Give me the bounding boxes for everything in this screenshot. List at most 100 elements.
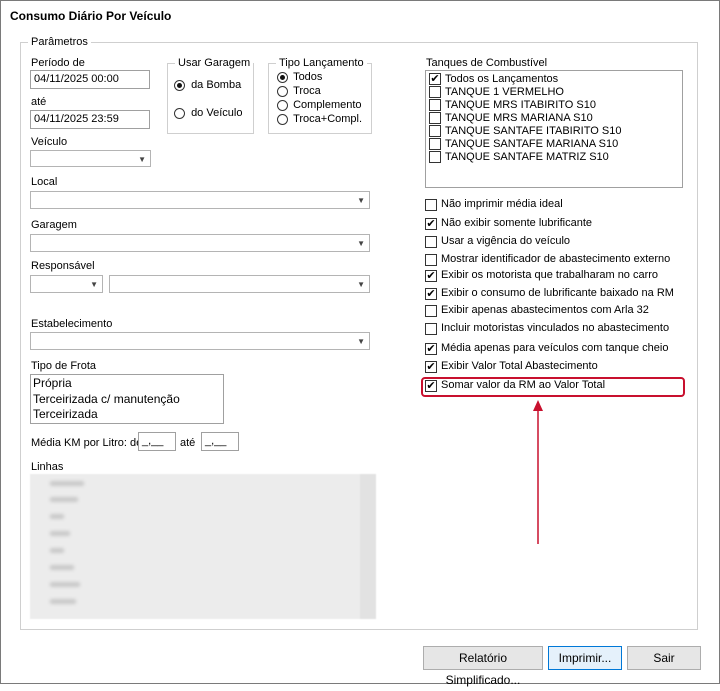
radio-troca-compl-label: Troca+Compl.: [293, 113, 363, 126]
radio-todos-label: Todos: [293, 71, 323, 84]
tanque-label: Todos os Lançamentos: [445, 73, 559, 85]
list-item[interactable]: Terceirizada: [31, 407, 223, 422]
option-checkbox-row[interactable]: ✔ Não exibir somente lubrificante: [425, 217, 679, 232]
option-checkbox[interactable]: [425, 236, 437, 248]
linhas-label: Linhas: [31, 461, 64, 473]
highlight-box: [421, 377, 685, 397]
option-checkbox[interactable]: ✔: [425, 361, 437, 373]
option-checkbox[interactable]: [425, 305, 437, 317]
responsavel-label: Responsável: [31, 260, 95, 272]
imprimir-button[interactable]: Imprimir...: [548, 646, 622, 670]
radio-troca-compl-indicator[interactable]: [277, 113, 288, 125]
tanque-label: TANQUE SANTAFE MARIANA S10: [445, 138, 619, 150]
radio-troca-label: Troca: [293, 85, 321, 98]
linhas-list[interactable]: [30, 474, 376, 619]
linhas-row-placeholder: [50, 565, 74, 570]
option-label: Não exibir somente lubrificante: [441, 217, 593, 229]
option-label: Exibir o consumo de lubrificante baixado…: [441, 287, 674, 299]
option-checkbox-row[interactable]: Exibir apenas abastecimentos com Arla 32: [425, 304, 679, 319]
chevron-down-icon: ▼: [357, 280, 365, 289]
radio-do-veiculo[interactable]: do Veículo: [174, 107, 242, 119]
local-combo[interactable]: ▼: [30, 191, 370, 209]
window-title: Consumo Diário Por Veículo: [10, 9, 172, 23]
radio-do-veiculo-label: do Veículo: [191, 107, 243, 120]
linhas-row-placeholder: [50, 497, 78, 502]
option-label: Mostrar identificador de abastecimento e…: [441, 253, 671, 265]
option-checkbox[interactable]: ✔: [425, 288, 437, 300]
option-checkbox-row[interactable]: ✔ Exibir Valor Total Abastecimento: [425, 360, 679, 375]
usar-garagem-group: [167, 63, 254, 134]
annotation-arrow: [533, 400, 543, 544]
sair-button[interactable]: Sair: [627, 646, 701, 670]
list-item[interactable]: Própria: [31, 375, 223, 392]
tanque-label: TANQUE MRS MARIANA S10: [445, 112, 593, 124]
linhas-row-placeholder: [50, 514, 64, 519]
estabelecimento-combo[interactable]: ▼: [30, 332, 370, 350]
option-checkbox[interactable]: ✔: [425, 270, 437, 282]
list-item[interactable]: Terceirizada c/ manutenção: [31, 392, 223, 407]
option-checkbox-row[interactable]: Usar a vigência do veículo: [425, 235, 679, 250]
tanque-checkbox[interactable]: [429, 138, 441, 150]
periodo-label: Período de: [31, 57, 85, 69]
option-checkbox[interactable]: ✔: [425, 343, 437, 355]
usar-garagem-legend: Usar Garagem: [175, 57, 254, 69]
tanque-checkbox[interactable]: [429, 112, 441, 124]
tanque-checkbox[interactable]: [429, 125, 441, 137]
tanque-checkbox[interactable]: [429, 151, 441, 163]
radio-troca-compl[interactable]: Troca+Compl.: [277, 113, 362, 125]
responsavel-name-combo[interactable]: ▼: [109, 275, 370, 293]
periodo-ate-field[interactable]: 04/11/2025 23:59: [30, 110, 150, 129]
relatorio-simplificado-button[interactable]: Relatório Simplificado...: [423, 646, 543, 687]
tanque-checkbox[interactable]: [429, 99, 441, 111]
chevron-down-icon: ▼: [138, 155, 146, 164]
option-label: Exibir os motorista que trabalharam no c…: [441, 269, 659, 281]
option-checkbox[interactable]: [425, 254, 437, 266]
chevron-down-icon: ▼: [357, 196, 365, 205]
radio-complemento[interactable]: Complemento: [277, 99, 362, 111]
periodo-de-field[interactable]: 04/11/2025 00:00: [30, 70, 150, 89]
veiculo-label: Veículo: [31, 136, 68, 148]
radio-complemento-indicator[interactable]: [277, 99, 288, 111]
radio-troca-indicator[interactable]: [277, 85, 288, 97]
option-label: Incluir motoristas vinculados no abastec…: [441, 322, 670, 334]
linhas-row-placeholder: [50, 582, 80, 587]
radio-da-bomba-label: da Bomba: [191, 79, 242, 92]
tanque-checkbox[interactable]: ✔: [429, 73, 441, 85]
garagem-combo[interactable]: ▼: [30, 234, 370, 252]
linhas-row-placeholder: [50, 599, 76, 604]
estabelecimento-label: Estabelecimento: [31, 318, 113, 330]
garagem-label: Garagem: [31, 219, 77, 231]
option-label: Média apenas para veículos com tanque ch…: [441, 342, 669, 354]
tanque-label: TANQUE SANTAFE MATRIZ S10: [445, 151, 609, 163]
radio-complemento-label: Complemento: [293, 99, 362, 112]
option-checkbox-row[interactable]: ✔ Exibir os motorista que trabalharam no …: [425, 269, 679, 284]
option-checkbox-row[interactable]: Mostrar identificador de abastecimento e…: [425, 253, 679, 268]
option-checkbox-row[interactable]: ✔ Exibir o consumo de lubrificante baixad…: [425, 287, 679, 302]
media-km-ate-field[interactable]: _,__: [201, 432, 239, 451]
radio-todos-indicator[interactable]: [277, 71, 288, 83]
tanques-list[interactable]: ✔ Todos os Lançamentos TANQUE 1 VERMELHO TA…: [425, 70, 683, 188]
tanque-checkbox[interactable]: [429, 86, 441, 98]
option-checkbox[interactable]: [425, 323, 437, 335]
veiculo-combo[interactable]: ▼: [30, 150, 151, 167]
chevron-down-icon: ▼: [90, 280, 98, 289]
media-km-de-field[interactable]: _,__: [138, 432, 176, 451]
radio-do-veiculo-indicator[interactable]: [174, 107, 185, 119]
chevron-down-icon: ▼: [357, 337, 365, 346]
radio-troca[interactable]: Troca: [277, 85, 321, 97]
option-checkbox-row[interactable]: ✔ Média apenas para veículos com tanque c…: [425, 342, 679, 357]
option-checkbox[interactable]: ✔: [425, 218, 437, 230]
option-checkbox[interactable]: [425, 199, 437, 211]
radio-todos[interactable]: Todos: [277, 71, 322, 83]
ate-label: até: [31, 96, 47, 108]
tipo-frota-label: Tipo de Frota: [31, 360, 97, 372]
responsavel-code-combo[interactable]: ▼: [30, 275, 103, 293]
linhas-scrollbar[interactable]: [360, 474, 376, 619]
option-checkbox-row[interactable]: Incluir motoristas vinculados no abastec…: [425, 322, 679, 337]
radio-da-bomba[interactable]: da Bomba: [174, 79, 241, 91]
radio-da-bomba-indicator[interactable]: [174, 79, 185, 91]
tanques-label: Tanques de Combustível: [426, 57, 548, 69]
tipo-frota-list[interactable]: Própria Terceirizada c/ manutenção Terce…: [30, 374, 224, 424]
option-label: Exibir Valor Total Abastecimento: [441, 360, 598, 372]
option-checkbox-row[interactable]: Não imprimir média ideal: [425, 198, 679, 213]
